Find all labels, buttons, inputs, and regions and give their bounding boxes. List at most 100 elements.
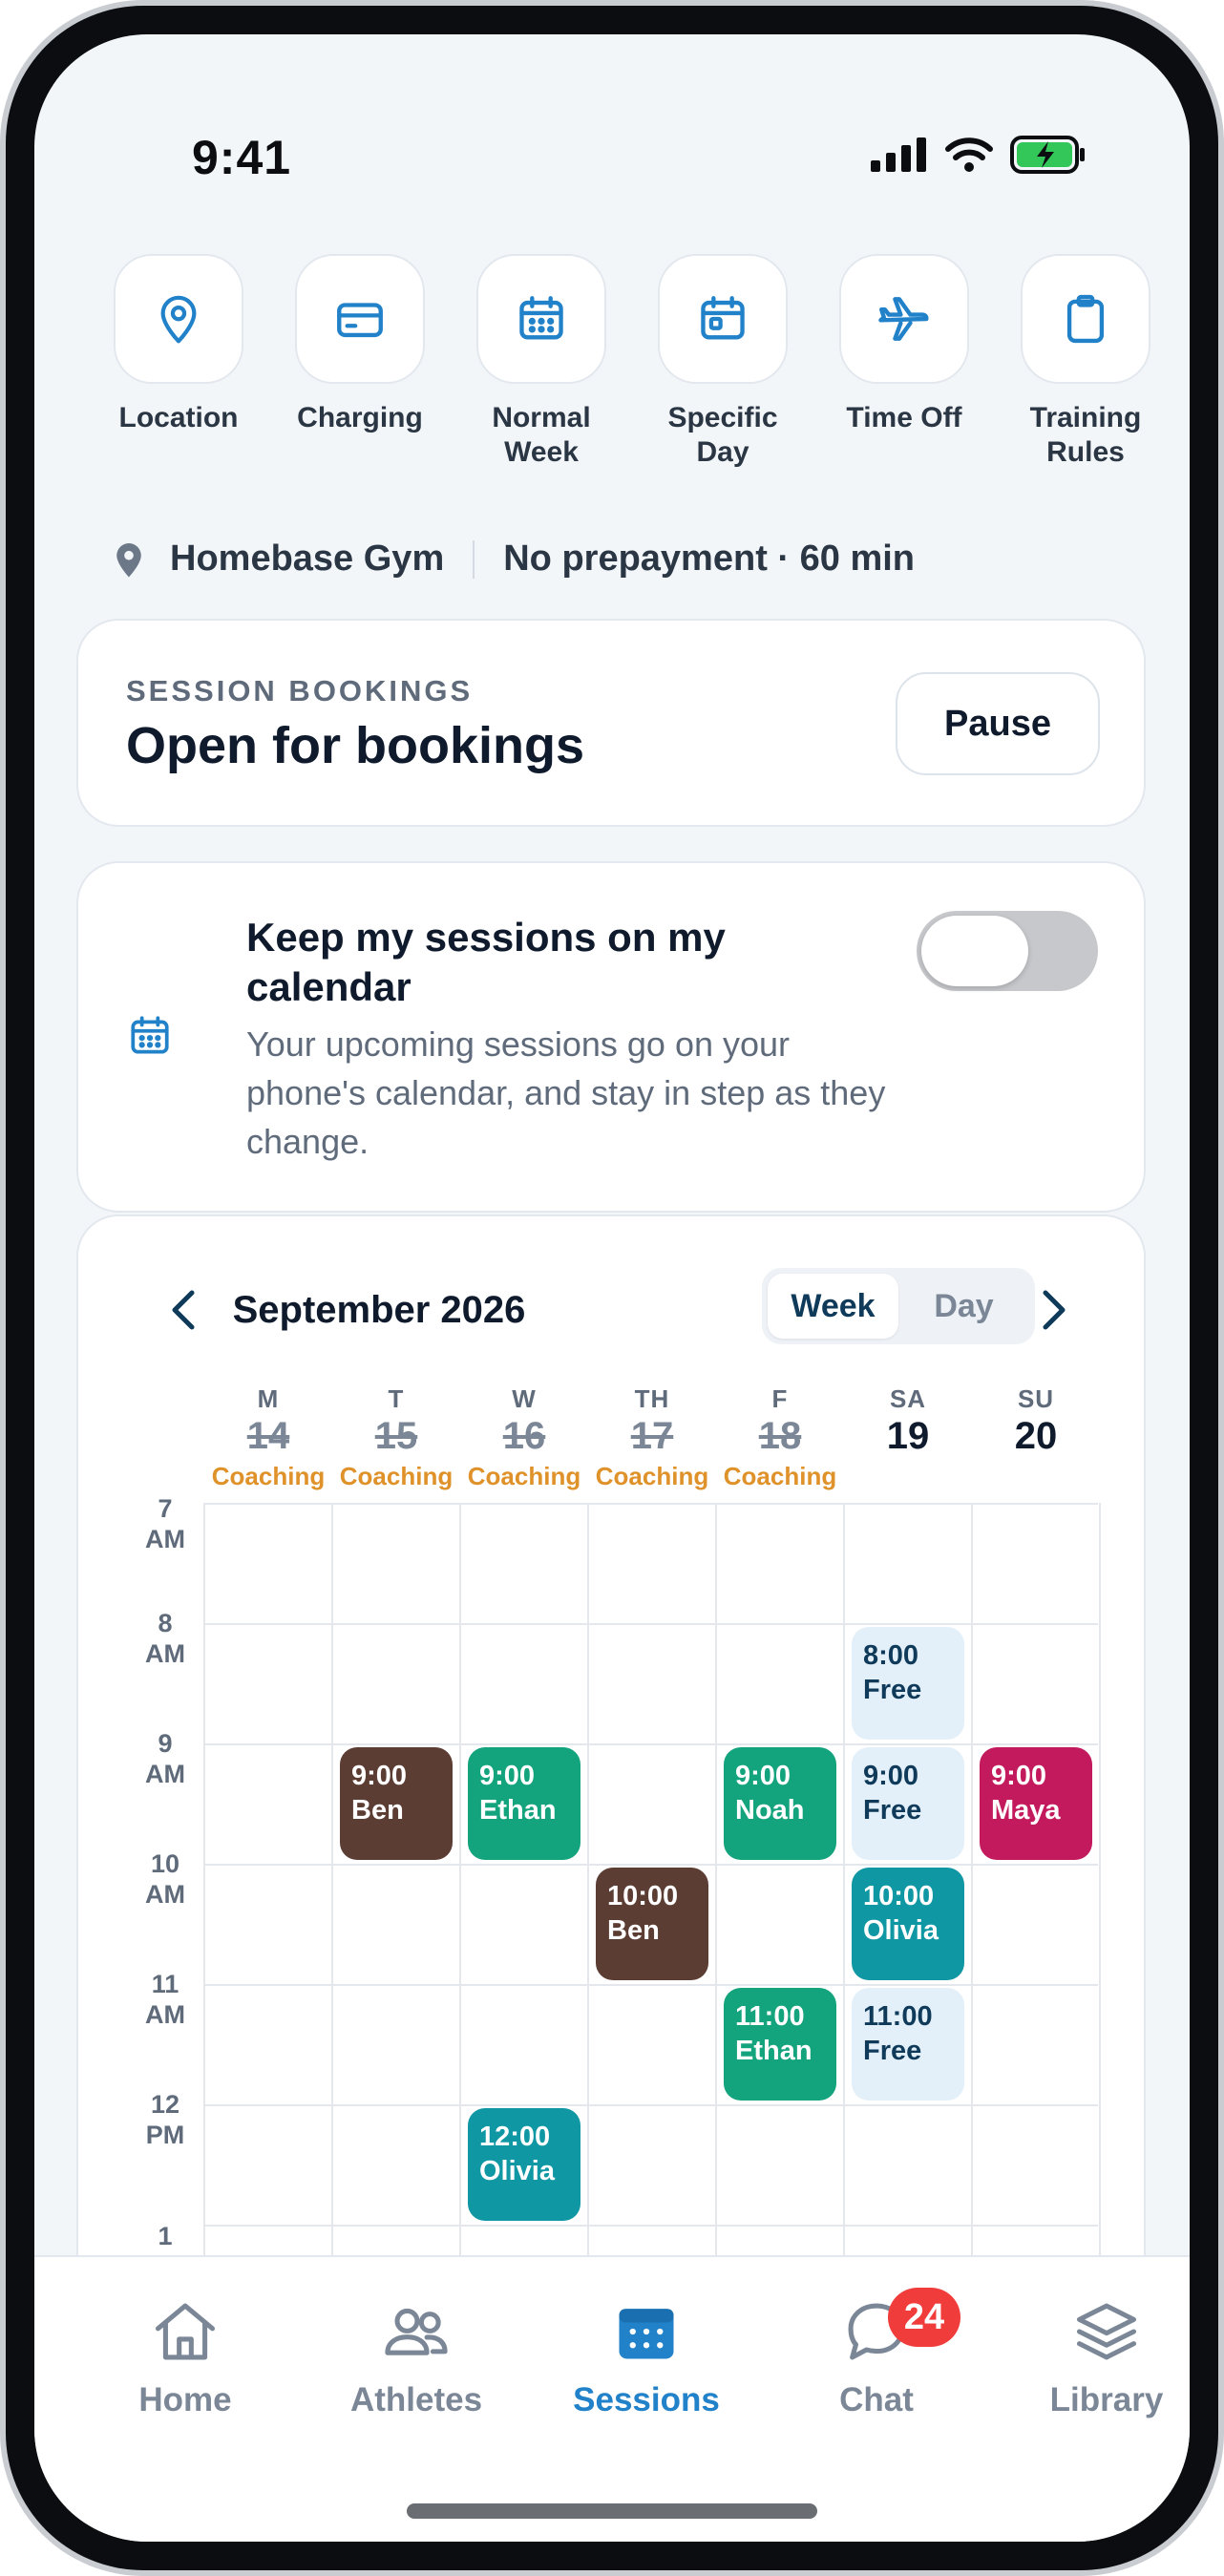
session-event[interactable]: 9:00 Ben bbox=[340, 1747, 453, 1860]
event-title: Free bbox=[863, 1675, 922, 1705]
unread-badge: 24 bbox=[888, 2288, 960, 2347]
day-note: Coaching bbox=[339, 1462, 454, 1490]
tab-home[interactable]: Home bbox=[90, 2295, 281, 2419]
calendar-sync-toggle[interactable] bbox=[917, 911, 1098, 991]
session-event[interactable]: 12:00 Olivia bbox=[468, 2108, 580, 2221]
day-header[interactable]: SU 20 bbox=[972, 1384, 1100, 1458]
tab-label: Chat bbox=[839, 2381, 914, 2418]
free-slot[interactable]: 8:00 Free bbox=[852, 1627, 964, 1740]
calendar-icon bbox=[619, 2309, 674, 2359]
quick-action-tile[interactable] bbox=[114, 254, 243, 384]
day-number: 15 bbox=[374, 1415, 418, 1457]
week-view-tab[interactable]: Week bbox=[768, 1274, 898, 1339]
session-event[interactable]: 9:00 Ethan bbox=[468, 1747, 580, 1860]
quick-action-specific-day[interactable]: Specific Day bbox=[642, 254, 804, 470]
calendar-sync-card: Keep my sessions on my calendar Your upc… bbox=[76, 861, 1146, 1213]
day-header[interactable]: TH 17 Coaching bbox=[588, 1384, 716, 1491]
tab-label: Sessions bbox=[573, 2381, 720, 2418]
event-time: 12:00 bbox=[479, 2122, 551, 2152]
quick-action-location[interactable]: Location bbox=[97, 254, 260, 470]
battery-icon bbox=[1010, 136, 1085, 174]
week-calendar: September 2026 Week Day M 14 Coaching T 15 Co… bbox=[76, 1214, 1146, 2360]
quick-action-label: Training Rules bbox=[1029, 402, 1142, 468]
event-title: Maya bbox=[991, 1795, 1061, 1826]
chevron-left-icon bbox=[172, 1290, 195, 1330]
quick-action-training-rules[interactable]: Training Rules bbox=[1004, 254, 1167, 470]
quick-actions: Location Charging Normal Week Specific D… bbox=[97, 254, 1167, 470]
pause-button[interactable]: Pause bbox=[896, 672, 1100, 775]
day-header[interactable]: T 15 Coaching bbox=[332, 1384, 460, 1491]
tab-library[interactable]: Library bbox=[1011, 2295, 1190, 2419]
next-week-button[interactable] bbox=[1025, 1281, 1083, 1339]
day-header[interactable]: SA 19 bbox=[844, 1384, 972, 1458]
bookings-status: Open for bookings bbox=[126, 717, 584, 774]
day-abbreviation: F bbox=[771, 1384, 789, 1413]
previous-week-button[interactable] bbox=[155, 1281, 212, 1339]
clipboard-icon bbox=[1066, 294, 1105, 344]
day-abbreviation: SU bbox=[1017, 1384, 1055, 1413]
quick-action-charging[interactable]: Charging bbox=[279, 254, 441, 470]
day-header[interactable]: F 18 Coaching bbox=[716, 1384, 844, 1491]
quick-action-tile[interactable] bbox=[476, 254, 606, 384]
day-view-tab[interactable]: Day bbox=[898, 1274, 1029, 1339]
event-title: Olivia bbox=[479, 2156, 555, 2186]
session-event[interactable]: 10:00 Olivia bbox=[852, 1868, 964, 1980]
event-title: Ben bbox=[351, 1795, 404, 1826]
tab-sessions[interactable]: Sessions bbox=[551, 2295, 742, 2419]
session-event[interactable]: 10:00 Ben bbox=[596, 1868, 708, 1980]
quick-action-time-off[interactable]: Time Off bbox=[823, 254, 985, 470]
grid-column-line bbox=[587, 1503, 589, 2358]
session-event[interactable]: 11:00 Ethan bbox=[724, 1988, 836, 2101]
calendar-day-icon bbox=[701, 296, 745, 340]
status-bar: 9:41 bbox=[34, 34, 1190, 235]
day-note: Coaching bbox=[211, 1462, 326, 1490]
credit-card-icon bbox=[337, 303, 383, 338]
day-abbreviation: TH bbox=[634, 1384, 670, 1413]
day-header[interactable]: M 14 Coaching bbox=[204, 1384, 332, 1491]
tab-athletes[interactable]: Athletes bbox=[321, 2295, 512, 2419]
day-abbreviation: W bbox=[512, 1384, 537, 1413]
calendar-grid-icon bbox=[519, 296, 563, 340]
event-title: Ethan bbox=[479, 1795, 557, 1826]
event-time: 8:00 bbox=[863, 1640, 919, 1671]
event-title: Noah bbox=[735, 1795, 805, 1826]
grid-hour-line bbox=[204, 2104, 1098, 2106]
tab-chat[interactable]: 24 Chat bbox=[781, 2288, 972, 2419]
session-event[interactable]: 9:00 Noah bbox=[724, 1747, 836, 1860]
booking-details: No prepayment · 60 min bbox=[503, 538, 915, 579]
users-icon bbox=[385, 2308, 448, 2355]
hour-label: 8 AM bbox=[145, 1609, 185, 1668]
quick-action-normal-week[interactable]: Normal Week bbox=[460, 254, 623, 470]
layers-icon bbox=[1076, 2303, 1137, 2360]
free-slot[interactable]: 11:00 Free bbox=[852, 1988, 964, 2101]
grid-column-line bbox=[1099, 1503, 1101, 2358]
session-event[interactable]: 9:00 Maya bbox=[980, 1747, 1092, 1860]
event-title: Olivia bbox=[863, 1915, 939, 1946]
day-header[interactable]: W 16 Coaching bbox=[460, 1384, 588, 1491]
grid-column-line bbox=[843, 1503, 845, 2358]
quick-action-tile[interactable] bbox=[658, 254, 788, 384]
event-time: 9:00 bbox=[863, 1761, 919, 1791]
location-summary[interactable]: Homebase Gym No prepayment · 60 min bbox=[113, 538, 915, 580]
calendar-month: September 2026 bbox=[232, 1289, 526, 1331]
day-note: Coaching bbox=[595, 1462, 709, 1490]
day-abbreviation: T bbox=[388, 1384, 405, 1413]
quick-action-tile[interactable] bbox=[1021, 254, 1150, 384]
airplane-icon bbox=[878, 297, 929, 341]
free-slot[interactable]: 9:00 Free bbox=[852, 1747, 964, 1860]
grid-hour-line bbox=[204, 1864, 1098, 1866]
event-time: 11:00 bbox=[735, 2001, 805, 2032]
toggle-knob bbox=[921, 916, 1028, 986]
event-time: 10:00 bbox=[863, 1881, 935, 1911]
calendar-grid-icon bbox=[131, 1016, 169, 1054]
view-toggle: Week Day bbox=[762, 1268, 1035, 1344]
quick-action-tile[interactable] bbox=[295, 254, 425, 384]
quick-action-tile[interactable] bbox=[839, 254, 969, 384]
day-note: Coaching bbox=[467, 1462, 581, 1490]
divider bbox=[473, 539, 475, 579]
grid-hour-line bbox=[204, 1743, 1098, 1745]
day-note: Coaching bbox=[723, 1462, 837, 1490]
map-pin-icon bbox=[160, 295, 197, 344]
status-time: 9:41 bbox=[192, 131, 292, 184]
quick-action-label: Charging bbox=[297, 402, 423, 433]
